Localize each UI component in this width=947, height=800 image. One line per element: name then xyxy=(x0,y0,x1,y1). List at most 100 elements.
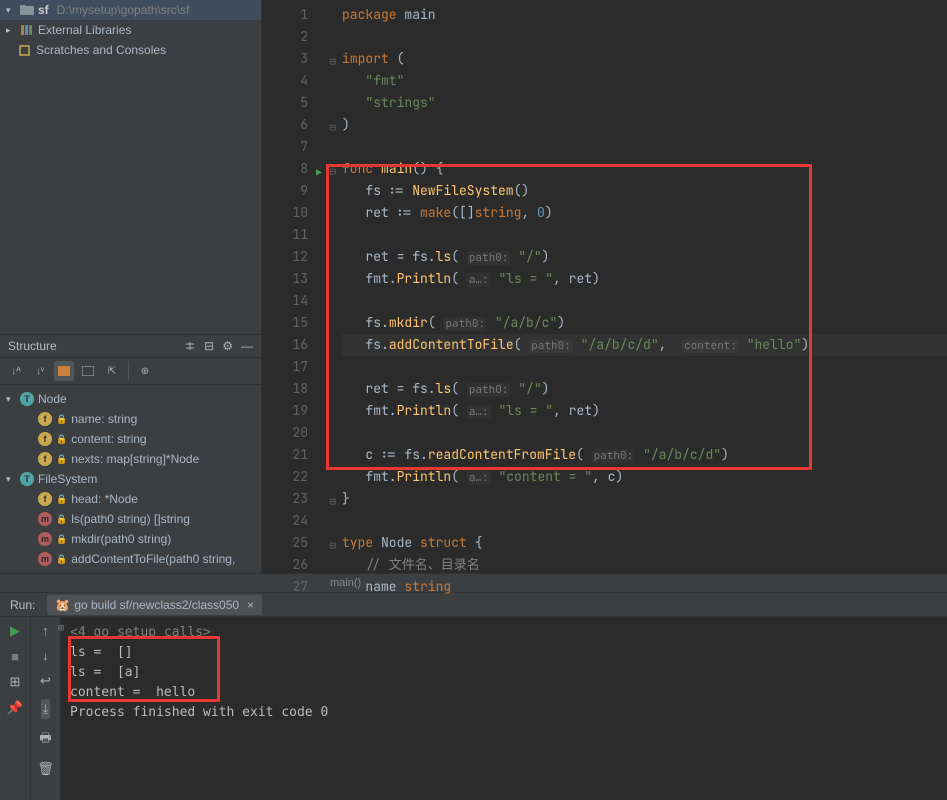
fold-icon[interactable]: ⊞ xyxy=(58,619,64,639)
code-line[interactable]: name string xyxy=(342,576,947,598)
line-number[interactable]: 14 xyxy=(262,290,308,312)
line-number[interactable]: 19 xyxy=(262,400,308,422)
chevron-down-icon[interactable]: ▾ xyxy=(6,5,16,16)
line-number[interactable]: 23⊟ xyxy=(262,488,308,510)
line-number[interactable]: 8▶⊟ xyxy=(262,158,308,180)
code-line[interactable] xyxy=(342,26,947,48)
code-line[interactable]: "strings" xyxy=(342,92,947,114)
code-line[interactable] xyxy=(342,510,947,532)
code-line[interactable]: ret := make([]string, 0) xyxy=(342,202,947,224)
sort-visibility-button[interactable]: ↓ᵛ xyxy=(30,361,50,381)
line-number[interactable]: 3⊟ xyxy=(262,48,308,70)
hide-icon[interactable]: — xyxy=(241,339,253,353)
chevron-right-icon[interactable]: ▸ xyxy=(6,25,16,36)
chevron-icon[interactable]: ▾ xyxy=(6,474,16,485)
close-icon[interactable]: × xyxy=(247,598,254,612)
line-number[interactable]: 18 xyxy=(262,378,308,400)
code-line[interactable]: fs := NewFileSystem() xyxy=(342,180,947,202)
code-line[interactable]: fmt.Println( a…: "ls = ", ret) xyxy=(342,268,947,290)
line-number[interactable]: 13 xyxy=(262,268,308,290)
code-line[interactable]: import ( xyxy=(342,48,947,70)
down-icon[interactable]: ↓ xyxy=(42,648,49,663)
line-number[interactable]: 16 xyxy=(262,334,308,356)
line-number[interactable]: 9 xyxy=(262,180,308,202)
structure-item[interactable]: m🔒addContentToFile(path0 string, xyxy=(0,549,261,569)
code-line[interactable]: func main() { xyxy=(342,158,947,180)
code-line[interactable] xyxy=(342,422,947,444)
field-icon: f xyxy=(38,412,52,426)
project-root-row[interactable]: ▾ sf D:\mysetup\gopath\src\sf xyxy=(0,0,261,20)
pin-icon[interactable]: 📌 xyxy=(7,700,23,716)
line-number[interactable]: 10 xyxy=(262,202,308,224)
code-area[interactable]: package main import ( "fmt" "strings") fun… xyxy=(318,0,947,573)
structure-item-label: content: string xyxy=(71,432,146,446)
code-line[interactable]: ret = fs.ls( path0: "/") xyxy=(342,378,947,400)
structure-item[interactable]: f🔒head: *Node xyxy=(0,489,261,509)
structure-item-label: mkdir(path0 string) xyxy=(71,532,171,546)
line-number[interactable]: 15 xyxy=(262,312,308,334)
up-icon[interactable]: ↑ xyxy=(42,623,49,638)
line-number[interactable]: 1 xyxy=(262,4,308,26)
code-line[interactable]: package main xyxy=(342,4,947,26)
layout-icon[interactable]: ⊞ xyxy=(10,674,21,690)
code-line[interactable]: fs.mkdir( path0: "/a/b/c") xyxy=(342,312,947,334)
external-libraries-row[interactable]: ▸ External Libraries xyxy=(0,20,261,40)
rerun-icon[interactable]: ▶ xyxy=(10,623,20,639)
softwrap-icon[interactable]: ↩ xyxy=(40,673,51,689)
structure-item[interactable]: ▾TNode xyxy=(0,389,261,409)
code-line[interactable]: "fmt" xyxy=(342,70,947,92)
line-number[interactable]: 7 xyxy=(262,136,308,158)
code-line[interactable]: ret = fs.ls( path0: "/") xyxy=(342,246,947,268)
code-line[interactable]: c := fs.readContentFromFile( path0: "/a/… xyxy=(342,444,947,466)
run-config-tab[interactable]: 🐹 go build sf/newclass2/class050 × xyxy=(47,595,262,615)
line-number[interactable]: 22 xyxy=(262,466,308,488)
expand-all-icon[interactable] xyxy=(184,339,196,353)
code-line[interactable] xyxy=(342,224,947,246)
line-number[interactable]: 27 xyxy=(262,576,308,598)
structure-item[interactable]: m🔒mkdir(path0 string) xyxy=(0,529,261,549)
structure-item[interactable]: m🔒ls(path0 string) []string xyxy=(0,509,261,529)
code-line[interactable]: // 文件名、目录名 xyxy=(342,554,947,576)
code-line[interactable]: ) xyxy=(342,114,947,136)
scratches-row[interactable]: Scratches and Consoles xyxy=(0,40,261,60)
line-number[interactable]: 17 xyxy=(262,356,308,378)
line-number[interactable]: 11 xyxy=(262,224,308,246)
filter-button[interactable]: ⊕ xyxy=(135,361,155,381)
structure-item[interactable]: f🔒name: string xyxy=(0,409,261,429)
code-line[interactable] xyxy=(342,356,947,378)
print-icon[interactable]: 🖶 xyxy=(39,729,51,751)
sort-alpha-button[interactable]: ↓ᴬ xyxy=(6,361,26,381)
code-line[interactable] xyxy=(342,136,947,158)
chevron-icon[interactable]: ▾ xyxy=(6,394,16,405)
autoscroll-button[interactable]: ⇱ xyxy=(102,361,122,381)
line-number[interactable]: 6⊟ xyxy=(262,114,308,136)
line-number[interactable]: 5 xyxy=(262,92,308,114)
code-line[interactable] xyxy=(342,290,947,312)
line-number[interactable]: 20 xyxy=(262,422,308,444)
code-line[interactable]: fs.addContentToFile( path0: "/a/b/c/d", … xyxy=(342,334,947,356)
structure-item[interactable]: ▾TFileSystem xyxy=(0,469,261,489)
line-number[interactable]: 26 xyxy=(262,554,308,576)
folder-icon xyxy=(20,4,34,16)
settings-icon[interactable]: ⚙ xyxy=(222,339,233,353)
clear-icon[interactable]: 🗑 xyxy=(37,761,54,777)
structure-item[interactable]: f🔒content: string xyxy=(0,429,261,449)
line-number[interactable]: 25⊟ xyxy=(262,532,308,554)
scroll-end-icon[interactable]: ⤓ xyxy=(41,699,51,719)
code-line[interactable]: fmt.Println( a…: "content = ", c) xyxy=(342,466,947,488)
stop-icon[interactable]: ■ xyxy=(11,649,19,664)
group-fields-button[interactable] xyxy=(54,361,74,381)
code-line[interactable]: } xyxy=(342,488,947,510)
line-number[interactable]: 24 xyxy=(262,510,308,532)
code-editor[interactable]: 123⊟456⊟78▶⊟9101112131415161718192021222… xyxy=(262,0,947,573)
line-number[interactable]: 12 xyxy=(262,246,308,268)
show-anon-button[interactable] xyxy=(78,361,98,381)
line-number[interactable]: 2 xyxy=(262,26,308,48)
structure-item[interactable]: f🔒nexts: map[string]*Node xyxy=(0,449,261,469)
line-number[interactable]: 21 xyxy=(262,444,308,466)
code-line[interactable]: type Node struct { xyxy=(342,532,947,554)
line-number[interactable]: 4 xyxy=(262,70,308,92)
collapse-all-icon[interactable]: ⊟ xyxy=(204,339,214,353)
console-output[interactable]: ⊞ <4 go setup calls>ls = []ls = [a]conte… xyxy=(60,617,947,800)
code-line[interactable]: fmt.Println( a…: "ls = ", ret) xyxy=(342,400,947,422)
